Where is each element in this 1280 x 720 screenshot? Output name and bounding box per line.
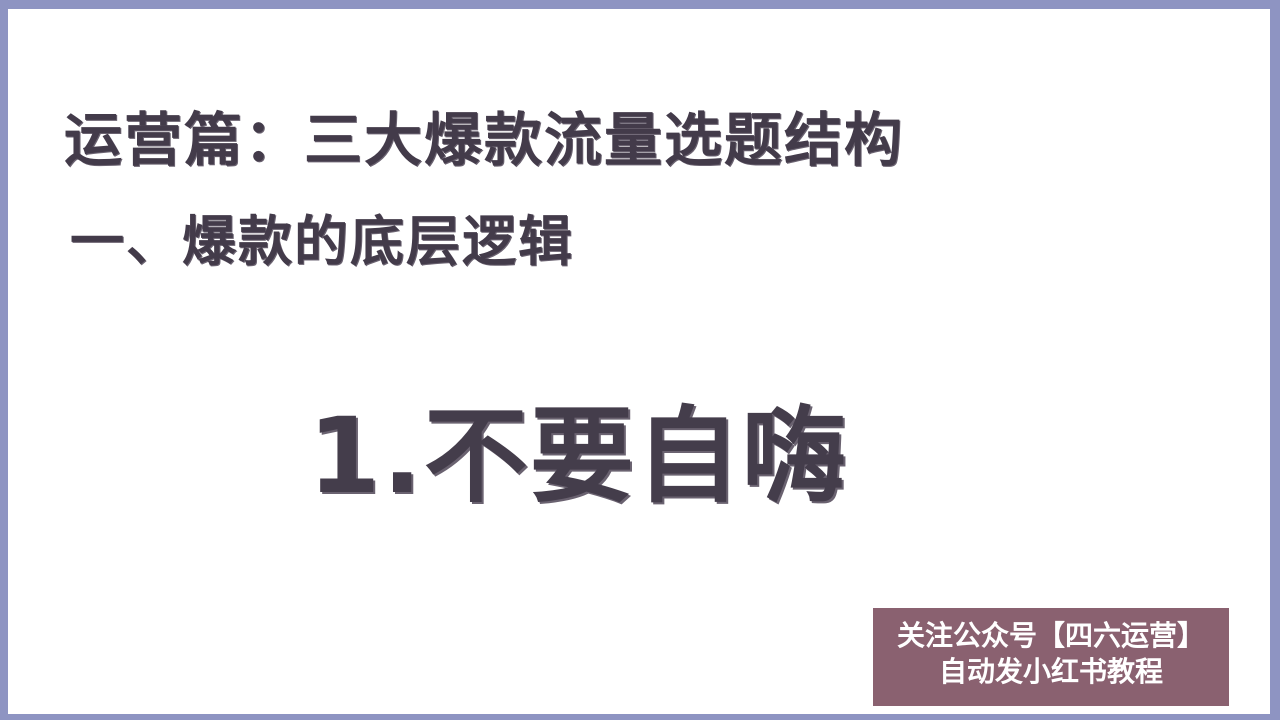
window-frame: 运营篇：三大爆款流量选题结构 一、爆款的底层逻辑 1.不要自嗨 关注公众号【四六… <box>0 0 1280 720</box>
slide-subtitle: 一、爆款的底层逻辑 <box>70 210 574 273</box>
watermark-line-2: 自动发小红书教程 <box>938 655 1163 688</box>
slide-title: 运营篇：三大爆款流量选题结构 <box>64 106 905 174</box>
slide-main-point: 1.不要自嗨 <box>308 395 848 517</box>
watermark-banner: 关注公众号【四六运营】 自动发小红书教程 <box>873 608 1229 706</box>
watermark-line-1: 关注公众号【四六运营】 <box>896 619 1205 652</box>
